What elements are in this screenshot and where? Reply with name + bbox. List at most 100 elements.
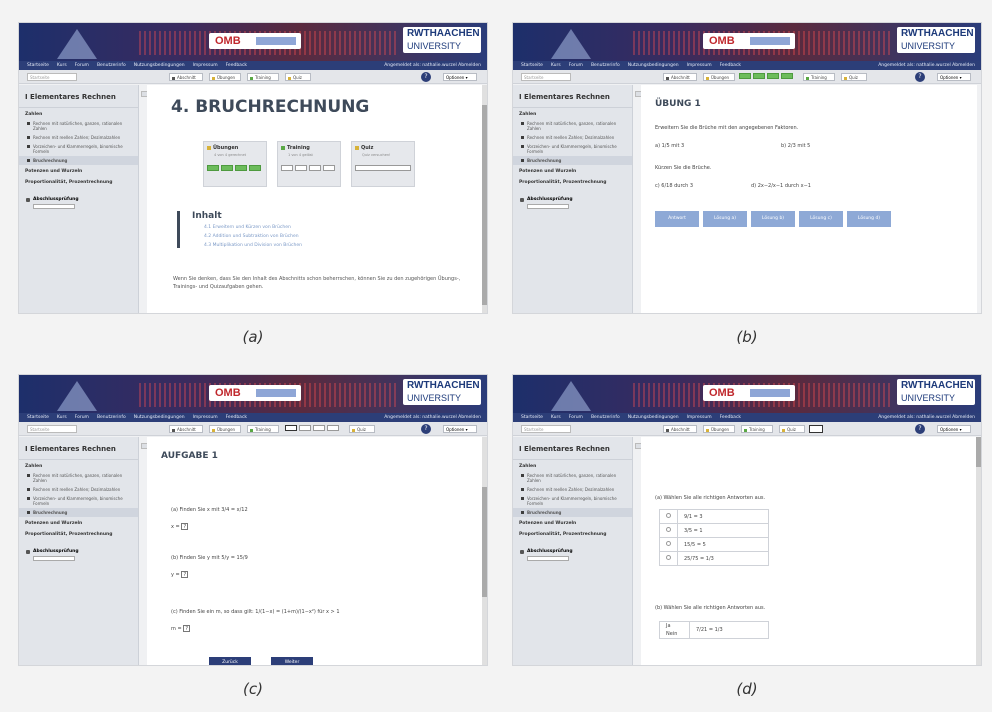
sidebar-item[interactable]: Rechnen mit reellen Zahlen; Dezimalzahle…: [19, 485, 138, 494]
rwth-logo[interactable]: RWTHAACHEN UNIVERSITY: [403, 379, 481, 405]
sidebar-section-zahlen[interactable]: Zahlen: [513, 108, 632, 119]
checkbox[interactable]: [666, 555, 671, 560]
choice-row[interactable]: Ja Nein 7/21 = 1/3: [659, 621, 769, 639]
checkbox[interactable]: [666, 527, 671, 532]
quiz-button[interactable]: Quiz: [285, 73, 311, 81]
sidebar-section-potenzen[interactable]: Potenzen und Wurzeln: [19, 517, 138, 528]
nav-link[interactable]: Forum: [569, 415, 583, 420]
nav-link[interactable]: Forum: [75, 415, 89, 420]
sidebar-item[interactable]: Rechnen mit reellen Zahlen; Dezimalzahle…: [19, 133, 138, 142]
help-icon[interactable]: ?: [915, 72, 925, 82]
nav-link[interactable]: Kurs: [57, 415, 67, 420]
option-yes[interactable]: Ja: [666, 623, 671, 629]
quiz-progress[interactable]: [809, 425, 823, 433]
sidebar-section-proportional[interactable]: Proportionalität, Prozentrechnung: [19, 176, 138, 187]
answer-button[interactable]: Antwort: [655, 211, 699, 227]
checkbox[interactable]: [666, 513, 671, 518]
sidebar-item[interactable]: Rechnen mit natürlichen, ganzen, rationa…: [513, 119, 632, 133]
nav-link[interactable]: Startseite: [27, 415, 49, 420]
nav-link[interactable]: Forum: [75, 63, 89, 68]
choice-row[interactable]: 9/1 = 3: [659, 509, 769, 524]
answer-input[interactable]: ?: [183, 625, 191, 632]
nav-link[interactable]: Kurs: [551, 63, 561, 68]
help-icon[interactable]: ?: [421, 72, 431, 82]
nav-link[interactable]: Feedback: [226, 415, 247, 420]
sidebar-section-proportional[interactable]: Proportionalität, Prozentrechnung: [513, 528, 632, 539]
help-icon[interactable]: ?: [421, 424, 431, 434]
training-button[interactable]: Training: [803, 73, 835, 81]
sidebar-item-active[interactable]: Bruchrechnung: [19, 156, 138, 165]
training-button[interactable]: Training: [741, 425, 773, 433]
search-input[interactable]: Startseite: [521, 73, 571, 81]
solution-button[interactable]: Lösung c): [799, 211, 843, 227]
next-button[interactable]: Weiter: [271, 657, 313, 665]
solution-button[interactable]: Lösung b): [751, 211, 795, 227]
nav-link[interactable]: Benutzerinfo: [97, 415, 126, 420]
training-progress[interactable]: [285, 425, 339, 431]
solution-button[interactable]: Lösung d): [847, 211, 891, 227]
sidebar-item[interactable]: Vorzeichen- und Klammerregeln, binomisch…: [513, 142, 632, 156]
rwth-logo[interactable]: RWTHAACHEN UNIVERSITY: [403, 27, 481, 53]
nav-link[interactable]: Impressum: [687, 415, 712, 420]
user-info[interactable]: Angemeldet als: nathalie.wurzel Abmelden: [384, 415, 487, 420]
nav-link[interactable]: Nutzungsbedingungen: [134, 415, 185, 420]
rwth-logo[interactable]: RWTHAACHEN UNIVERSITY: [897, 27, 975, 53]
back-button[interactable]: Zurück: [209, 657, 251, 665]
section-button[interactable]: Abschnitt: [663, 425, 697, 433]
section-button[interactable]: Abschnitt: [169, 73, 203, 81]
sidebar-section-potenzen[interactable]: Potenzen und Wurzeln: [513, 165, 632, 176]
choice-row[interactable]: 25/75 = 1/3: [659, 551, 769, 566]
search-input[interactable]: Startseite: [27, 73, 77, 81]
sidebar-item[interactable]: Rechnen mit reellen Zahlen; Dezimalzahle…: [513, 133, 632, 142]
training-card[interactable]: Training 1 von 4 gelöst: [277, 141, 341, 187]
nav-link[interactable]: Impressum: [193, 63, 218, 68]
nav-link[interactable]: Startseite: [521, 63, 543, 68]
nav-link[interactable]: Kurs: [57, 63, 67, 68]
sidebar-section-zahlen[interactable]: Zahlen: [19, 108, 138, 119]
sidebar-item[interactable]: Rechnen mit reellen Zahlen; Dezimalzahle…: [513, 485, 632, 494]
scrollbar[interactable]: [976, 437, 981, 665]
choice-row[interactable]: 15/5 = 5: [659, 537, 769, 552]
omb-logo[interactable]: OMB: [703, 385, 795, 401]
quiz-button[interactable]: Quiz: [349, 425, 375, 433]
sidebar-item-active[interactable]: Bruchrechnung: [513, 156, 632, 165]
nav-link[interactable]: Benutzerinfo: [97, 63, 126, 68]
quiz-button[interactable]: Quiz: [841, 73, 867, 81]
checkbox[interactable]: [666, 541, 671, 546]
options-dropdown[interactable]: Optionen ▾: [443, 73, 477, 81]
solution-button[interactable]: Lösung a): [703, 211, 747, 227]
rwth-logo[interactable]: RWTHAACHEN UNIVERSITY: [897, 379, 975, 405]
nav-link[interactable]: Benutzerinfo: [591, 415, 620, 420]
exercises-button[interactable]: Übungen: [703, 73, 735, 81]
sidebar-section-potenzen[interactable]: Potenzen und Wurzeln: [513, 517, 632, 528]
options-dropdown[interactable]: Optionen ▾: [443, 425, 477, 433]
sidebar-item[interactable]: Vorzeichen- und Klammerregeln, binomisch…: [513, 494, 632, 508]
omb-logo[interactable]: OMB: [209, 33, 301, 49]
nav-link[interactable]: Startseite: [521, 415, 543, 420]
scrollbar[interactable]: [482, 85, 487, 313]
options-dropdown[interactable]: Optionen ▾: [937, 425, 971, 433]
nav-link[interactable]: Nutzungsbedingungen: [628, 415, 679, 420]
toc-link[interactable]: 4.3 Multiplikation und Division von Brüc…: [192, 243, 302, 248]
sidebar-section-proportional[interactable]: Proportionalität, Prozentrechnung: [19, 528, 138, 539]
toc-link[interactable]: 4.2 Addition und Subtraktion von Brüchen: [192, 234, 302, 239]
answer-input[interactable]: ?: [181, 523, 189, 530]
omb-logo[interactable]: OMB: [209, 385, 301, 401]
user-info[interactable]: Angemeldet als: nathalie.wurzel Abmelden: [878, 415, 981, 420]
sidebar-item[interactable]: Vorzeichen- und Klammerregeln, binomisch…: [19, 494, 138, 508]
options-dropdown[interactable]: Optionen ▾: [937, 73, 971, 81]
scrollbar[interactable]: [482, 437, 487, 665]
final-exam-item[interactable]: Abschlussprüfung: [19, 539, 138, 556]
nav-link[interactable]: Feedback: [226, 63, 247, 68]
help-icon[interactable]: ?: [915, 424, 925, 434]
nav-link[interactable]: Nutzungsbedingungen: [134, 63, 185, 68]
user-info[interactable]: Angemeldet als: nathalie.wurzel Abmelden: [878, 63, 981, 68]
toc-link[interactable]: 4.1 Erweitern und Kürzen von Brüchen: [192, 225, 302, 230]
nav-link[interactable]: Forum: [569, 63, 583, 68]
omb-logo[interactable]: OMB: [703, 33, 795, 49]
nav-link[interactable]: Benutzerinfo: [591, 63, 620, 68]
option-no[interactable]: Nein: [666, 631, 677, 637]
nav-link[interactable]: Nutzungsbedingungen: [628, 63, 679, 68]
nav-link[interactable]: Impressum: [193, 415, 218, 420]
quiz-button[interactable]: Quiz: [779, 425, 805, 433]
